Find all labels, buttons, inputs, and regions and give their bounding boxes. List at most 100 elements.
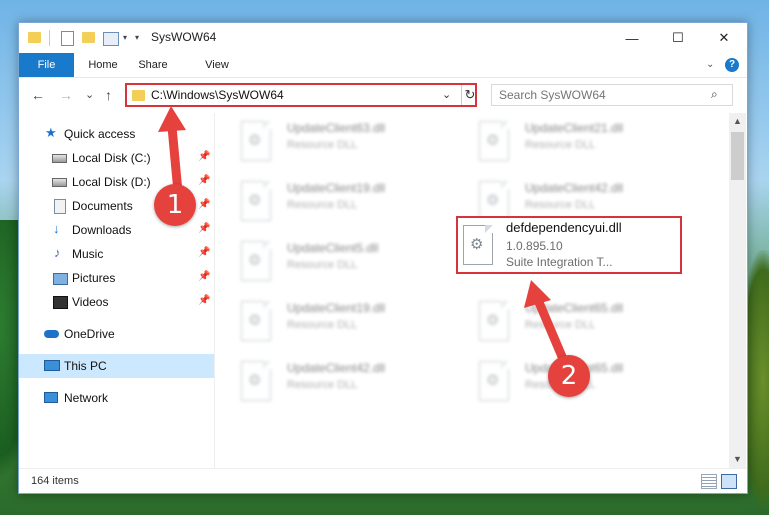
address-path[interactable]: C:\Windows\SysWOW64: [151, 88, 284, 102]
dll-file-icon: ⚙: [239, 359, 272, 401]
toolbar-divider: [49, 30, 50, 46]
scroll-thumb[interactable]: [731, 132, 744, 180]
scroll-down-button[interactable]: ▼: [729, 451, 746, 468]
file-type: Resource DLL: [287, 319, 358, 331]
close-button[interactable]: ✕: [701, 23, 747, 53]
file-tile[interactable]: ⚙ UpdateClient5.dll Resource DLL: [239, 239, 439, 287]
pin-icon[interactable]: 📌: [198, 295, 210, 306]
sidebar-item-onedrive[interactable]: OneDrive: [19, 322, 214, 346]
tab-home[interactable]: Home: [81, 53, 125, 77]
sidebar-item-videos[interactable]: Videos 📌: [19, 290, 214, 314]
sidebar-item-label: Local Disk (D:): [72, 175, 151, 189]
expand-ribbon-icon[interactable]: ⌄: [706, 59, 714, 70]
search-icon[interactable]: ⌕: [711, 87, 718, 102]
back-button[interactable]: ←: [31, 87, 45, 103]
tab-file[interactable]: File: [19, 53, 74, 77]
file-tile[interactable]: ⚙ UpdateClient63.dll Resource DLL: [239, 119, 439, 167]
address-dropdown-icon[interactable]: ⌄: [442, 88, 451, 101]
title-bar: ▾ ▾ SysWOW64 — ☐ ✕: [19, 23, 747, 53]
tiles-view-icon[interactable]: [721, 474, 737, 489]
pin-icon[interactable]: 📌: [198, 247, 210, 258]
file-name: UpdateClient19.dll: [287, 181, 386, 195]
computer-icon: [44, 360, 60, 371]
sidebar-item-label: Quick access: [64, 127, 136, 141]
details-view-icon[interactable]: [701, 474, 717, 489]
customize-toolbar-icon[interactable]: ▾: [135, 33, 139, 47]
file-name: UpdateClient42.dll: [525, 181, 624, 195]
file-tile[interactable]: ⚙ UpdateClient42.dll Resource DLL: [239, 359, 439, 407]
pin-icon[interactable]: 📌: [198, 151, 210, 162]
search-box[interactable]: ⌕: [491, 84, 733, 106]
star-icon: ★: [45, 125, 57, 140]
refresh-button[interactable]: ↻: [461, 85, 478, 105]
window-title: SysWOW64: [151, 30, 217, 44]
sidebar-item-label: Local Disk (C:): [72, 151, 151, 165]
tab-share[interactable]: Share: [131, 53, 175, 77]
file-type: Resource DLL: [525, 139, 596, 151]
sidebar-item-label: Music: [72, 247, 104, 261]
file-name: defdependencyui.dll: [506, 220, 622, 235]
up-button[interactable]: ↑: [105, 87, 112, 103]
sidebar-item-label: Downloads: [72, 223, 132, 237]
view-properties-icon[interactable]: [103, 32, 119, 46]
dll-file-icon: ⚙: [239, 239, 272, 281]
music-icon: ♪: [54, 245, 61, 260]
dll-file-icon: ⚙: [477, 179, 510, 221]
vertical-scrollbar[interactable]: ▲ ▼: [729, 113, 746, 468]
sidebar-item-local-disk-c[interactable]: Local Disk (C:) 📌: [19, 146, 214, 170]
dll-file-icon: ⚙: [239, 119, 272, 161]
help-icon[interactable]: ?: [725, 58, 739, 72]
download-icon: ↓: [53, 221, 60, 236]
documents-icon: [54, 199, 66, 214]
sidebar-item-pictures[interactable]: Pictures 📌: [19, 266, 214, 290]
sidebar-item-music[interactable]: ♪ Music 📌: [19, 242, 214, 266]
sidebar-item-label: Documents: [72, 199, 133, 213]
file-description: Suite Integration T...: [506, 255, 613, 269]
dll-file-icon: ⚙: [477, 299, 510, 341]
file-tile[interactable]: ⚙ UpdateClient19.dll Resource DLL: [239, 179, 439, 227]
search-input[interactable]: [492, 85, 713, 105]
file-name: UpdateClient65.dll: [525, 301, 624, 315]
tab-view[interactable]: View: [195, 53, 239, 77]
file-type: Resource DLL: [525, 319, 596, 331]
scroll-up-button[interactable]: ▲: [729, 113, 746, 130]
network-icon: [44, 392, 58, 403]
file-type: Resource DLL: [287, 259, 358, 271]
file-list-pane: ⚙ UpdateClient63.dll Resource DLL ⚙ Upda…: [215, 113, 729, 468]
onedrive-icon: [44, 330, 59, 338]
pin-icon[interactable]: 📌: [198, 271, 210, 282]
sidebar-item-quick-access[interactable]: ★ Quick access: [19, 122, 214, 146]
new-folder-icon[interactable]: [82, 32, 95, 43]
chevron-down-icon[interactable]: ▾: [123, 33, 127, 47]
step-badge-2: 2: [548, 355, 590, 397]
file-tile[interactable]: ⚙ UpdateClient19.dll Resource DLL: [239, 299, 439, 347]
minimize-button[interactable]: —: [609, 23, 655, 53]
sidebar-item-network[interactable]: Network: [19, 386, 214, 410]
sidebar-item-this-pc[interactable]: This PC: [19, 354, 214, 378]
maximize-button[interactable]: ☐: [655, 23, 701, 53]
highlighted-file-tile[interactable]: ⚙ defdependencyui.dll 1.0.895.10 Suite I…: [456, 216, 682, 274]
forward-button[interactable]: →: [59, 87, 73, 103]
drive-icon: [52, 178, 67, 187]
ribbon-tabs: File Home Share View ⌄ ?: [19, 53, 747, 77]
sidebar-item-label: Pictures: [72, 271, 116, 285]
dll-file-icon: ⚙: [239, 299, 272, 341]
file-type: Resource DLL: [287, 139, 358, 151]
address-bar[interactable]: C:\Windows\SysWOW64 ⌄ ↻: [125, 83, 477, 107]
file-name: UpdateClient5.dll: [287, 241, 379, 255]
pin-icon[interactable]: 📌: [198, 223, 210, 234]
address-bar-row: ← → ⌄ ↑ C:\Windows\SysWOW64 ⌄ ↻ ⌕: [19, 77, 747, 114]
folder-icon: [28, 32, 41, 43]
file-type: Resource DLL: [287, 199, 358, 211]
file-tile[interactable]: ⚙ UpdateClient21.dll Resource DLL: [477, 119, 677, 167]
file-tile[interactable]: ⚙ UpdateClient65.dll Resource DLL: [477, 299, 677, 347]
recent-locations-button[interactable]: ⌄: [85, 88, 94, 101]
dll-file-icon: ⚙: [477, 119, 510, 161]
dll-file-icon: ⚙: [477, 359, 510, 401]
pin-icon[interactable]: 📌: [198, 175, 210, 186]
drive-icon: [52, 154, 67, 163]
pin-icon[interactable]: 📌: [198, 199, 210, 210]
navigation-pane: ★ Quick access Local Disk (C:) 📌 Local D…: [19, 113, 215, 468]
properties-check-icon[interactable]: [61, 31, 74, 46]
dll-file-icon: ⚙: [461, 223, 494, 265]
